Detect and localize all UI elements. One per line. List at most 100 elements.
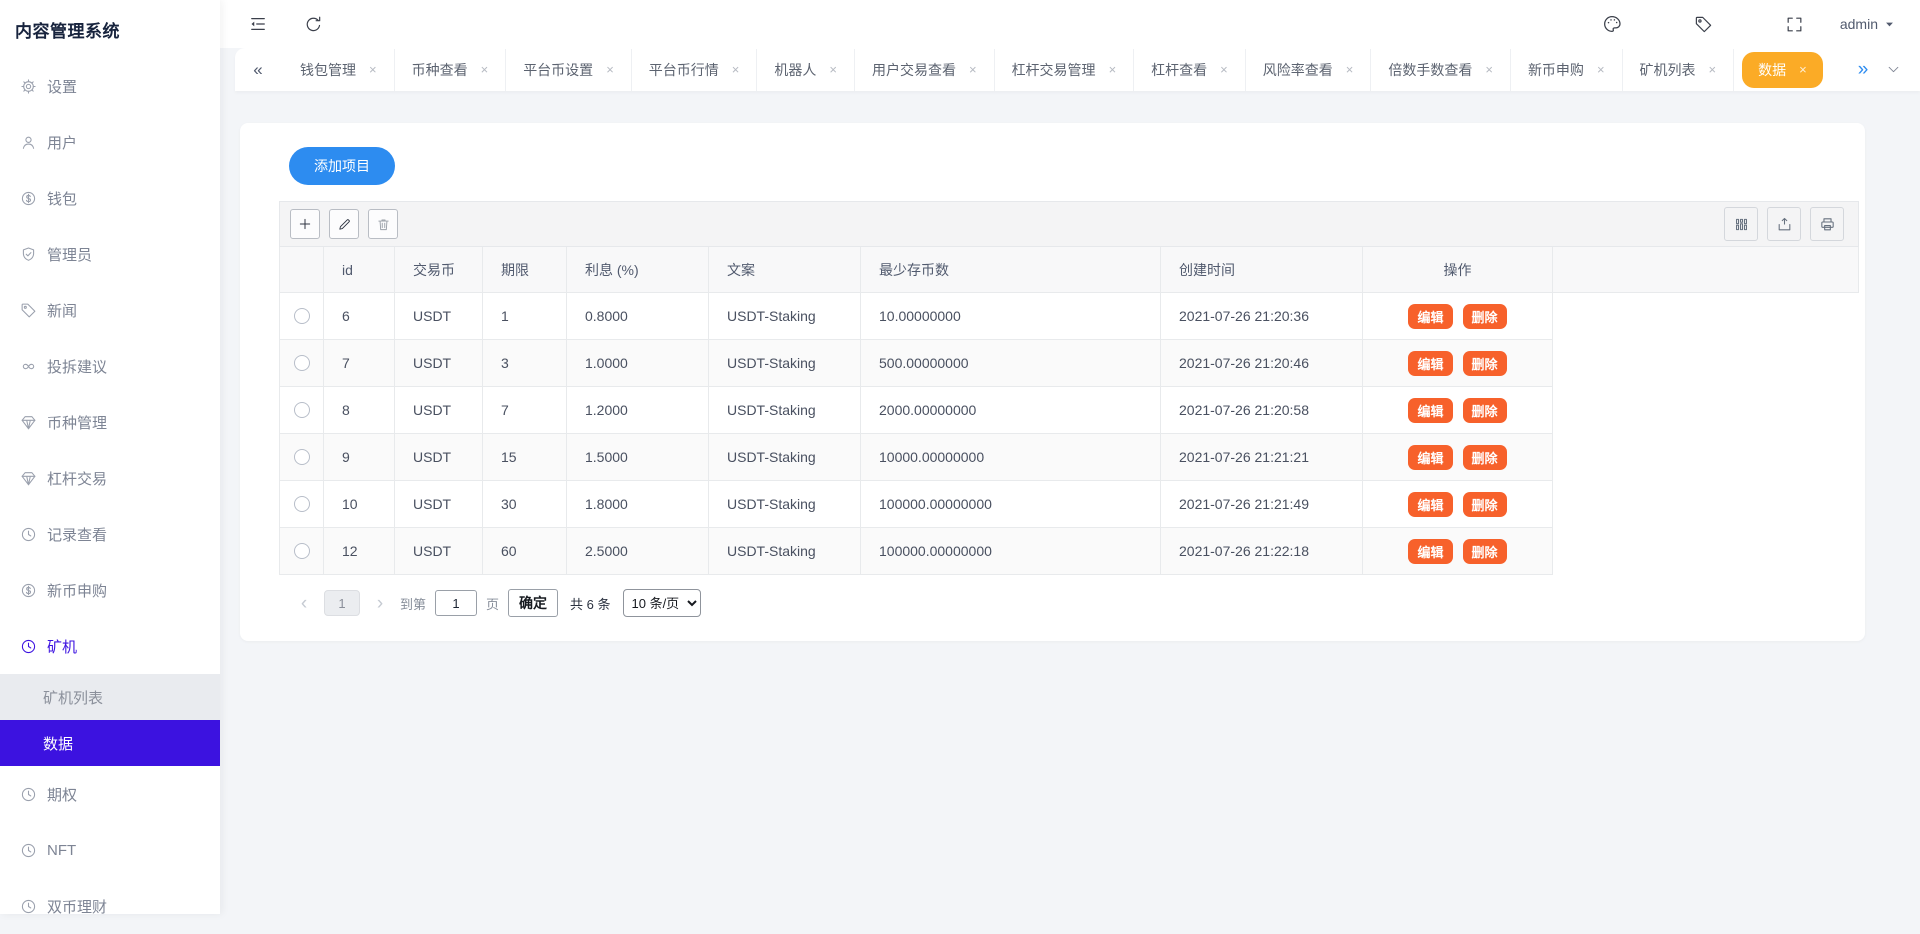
theme-palette-button[interactable] — [1602, 14, 1622, 34]
row-radio[interactable] — [294, 496, 310, 512]
select-all-header — [280, 247, 324, 292]
cell-min: 2000.00000000 — [861, 387, 1161, 433]
cell-text: USDT-Staking — [709, 434, 861, 480]
close-tab-icon[interactable]: × — [829, 62, 837, 77]
close-tab-icon[interactable]: × — [969, 62, 977, 77]
tab-3[interactable]: 平台币行情× — [632, 49, 758, 91]
close-tab-icon[interactable]: × — [1709, 62, 1717, 77]
caret-icon — [1884, 19, 1895, 30]
close-tab-icon[interactable]: × — [1799, 62, 1807, 77]
tab-7[interactable]: 杠杆查看× — [1134, 49, 1246, 91]
edit-button[interactable]: 编辑 — [1408, 539, 1452, 564]
close-tab-icon[interactable]: × — [1346, 62, 1354, 77]
sidebar-item-7[interactable]: 杠杆交易 — [0, 450, 220, 506]
delete-button[interactable]: 删除 — [1463, 492, 1507, 517]
dollar-icon — [20, 582, 37, 599]
close-tab-icon[interactable]: × — [732, 62, 740, 77]
tab-10[interactable]: 新币申购× — [1511, 49, 1623, 91]
cell-min: 100000.00000000 — [861, 481, 1161, 527]
delete-button[interactable]: 删除 — [1463, 398, 1507, 423]
delete-button[interactable]: 删除 — [1463, 351, 1507, 376]
gear-icon — [20, 78, 37, 95]
cell-term: 1 — [483, 293, 567, 339]
sidebar-subitem-10-0[interactable]: 矿机列表 — [0, 674, 220, 720]
delete-row-button[interactable] — [368, 209, 398, 239]
table-toolbar-right — [1724, 207, 1844, 241]
export-button[interactable] — [1767, 207, 1801, 241]
tabs-menu-button[interactable] — [1878, 55, 1908, 85]
tab-label: 矿机列表 — [1640, 60, 1696, 80]
row-radio[interactable] — [294, 449, 310, 465]
close-tab-icon[interactable]: × — [369, 62, 377, 77]
column-header-rate: 利息 (%) — [567, 247, 709, 292]
sidebar-item-8[interactable]: 记录查看 — [0, 506, 220, 562]
tab-1[interactable]: 币种查看× — [395, 49, 507, 91]
fullscreen-button[interactable] — [1785, 15, 1804, 34]
goto-page-input[interactable] — [435, 590, 477, 616]
confirm-page-button[interactable]: 确定 — [508, 589, 558, 617]
prev-page-button[interactable]: ‹ — [293, 594, 315, 613]
cell-actions: 编辑删除 — [1363, 481, 1553, 527]
print-button[interactable] — [1810, 207, 1844, 241]
tab-2[interactable]: 平台币设置× — [506, 49, 632, 91]
edit-button[interactable]: 编辑 — [1408, 492, 1452, 517]
sidebar-item-6[interactable]: 币种管理 — [0, 394, 220, 450]
tab-11[interactable]: 矿机列表 × — [1623, 49, 1735, 91]
sidebar-item-2[interactable]: 钱包 — [0, 170, 220, 226]
close-tab-icon[interactable]: × — [1220, 62, 1228, 77]
user-menu[interactable]: admin — [1840, 16, 1895, 32]
edit-button[interactable]: 编辑 — [1408, 398, 1452, 423]
menu-fold-button[interactable] — [248, 14, 268, 34]
close-tab-icon[interactable]: × — [1597, 62, 1605, 77]
delete-button[interactable]: 删除 — [1463, 539, 1507, 564]
close-tab-icon[interactable]: × — [1109, 62, 1117, 77]
page-number-button[interactable]: 1 — [324, 590, 360, 616]
sidebar-item-13[interactable]: 双币理财 — [0, 878, 220, 934]
add-row-button[interactable] — [290, 209, 320, 239]
tab-6[interactable]: 杠杆交易管理× — [995, 49, 1135, 91]
close-tab-icon[interactable]: × — [606, 62, 614, 77]
close-tab-icon[interactable]: × — [1485, 62, 1493, 77]
refresh-button[interactable] — [304, 15, 323, 34]
page-size-select[interactable]: 10 条/页 — [623, 589, 701, 617]
sidebar: 内容管理系统 设置用户钱包管理员新闻投拆建议币种管理杠杆交易记录查看新币申购矿机… — [0, 0, 220, 914]
edit-row-button[interactable] — [329, 209, 359, 239]
tab-8[interactable]: 风险率查看× — [1246, 49, 1372, 91]
columns-setting-button[interactable] — [1724, 207, 1758, 241]
tab-0[interactable]: 钱包管理× — [283, 49, 395, 91]
sidebar-item-label: 币种管理 — [47, 412, 107, 433]
data-table: id交易币期限利息 (%)文案最少存币数创建时间操作 6USDT10.8000U… — [279, 201, 1859, 575]
tab-9[interactable]: 倍数手数查看× — [1371, 49, 1511, 91]
edit-button[interactable]: 编辑 — [1408, 445, 1452, 470]
tags-toggle-button[interactable] — [1694, 15, 1713, 34]
sidebar-item-12[interactable]: NFT — [0, 822, 220, 878]
edit-button[interactable]: 编辑 — [1408, 351, 1452, 376]
sidebar-subitem-10-1[interactable]: 数据 — [0, 720, 220, 766]
row-radio[interactable] — [294, 402, 310, 418]
sidebar-item-4[interactable]: 新闻 — [0, 282, 220, 338]
tab-5[interactable]: 用户交易查看× — [855, 49, 995, 91]
dollar-icon — [20, 190, 37, 207]
next-page-button[interactable]: › — [369, 594, 391, 613]
edit-button[interactable]: 编辑 — [1408, 304, 1452, 329]
row-select-cell — [280, 387, 324, 433]
add-project-button[interactable]: 添加项目 — [289, 147, 395, 185]
tabs-scroll-right-button[interactable]: » — [1848, 55, 1878, 85]
sidebar-item-10[interactable]: 矿机 — [0, 618, 220, 674]
sidebar-item-11[interactable]: 期权 — [0, 766, 220, 822]
sidebar-item-1[interactable]: 用户 — [0, 114, 220, 170]
sidebar-item-0[interactable]: 设置 — [0, 58, 220, 114]
sidebar-item-3[interactable]: 管理员 — [0, 226, 220, 282]
tabs-scroll-left-button[interactable]: « — [243, 55, 273, 85]
delete-button[interactable]: 删除 — [1463, 445, 1507, 470]
row-radio[interactable] — [294, 543, 310, 559]
tab-12[interactable]: 数据× — [1742, 52, 1823, 88]
row-radio[interactable] — [294, 355, 310, 371]
row-radio[interactable] — [294, 308, 310, 324]
tab-4[interactable]: 机器人× — [757, 49, 855, 91]
delete-button[interactable]: 删除 — [1463, 304, 1507, 329]
cell-id: 8 — [324, 387, 395, 433]
close-tab-icon[interactable]: × — [481, 62, 489, 77]
sidebar-item-5[interactable]: 投拆建议 — [0, 338, 220, 394]
sidebar-item-9[interactable]: 新币申购 — [0, 562, 220, 618]
